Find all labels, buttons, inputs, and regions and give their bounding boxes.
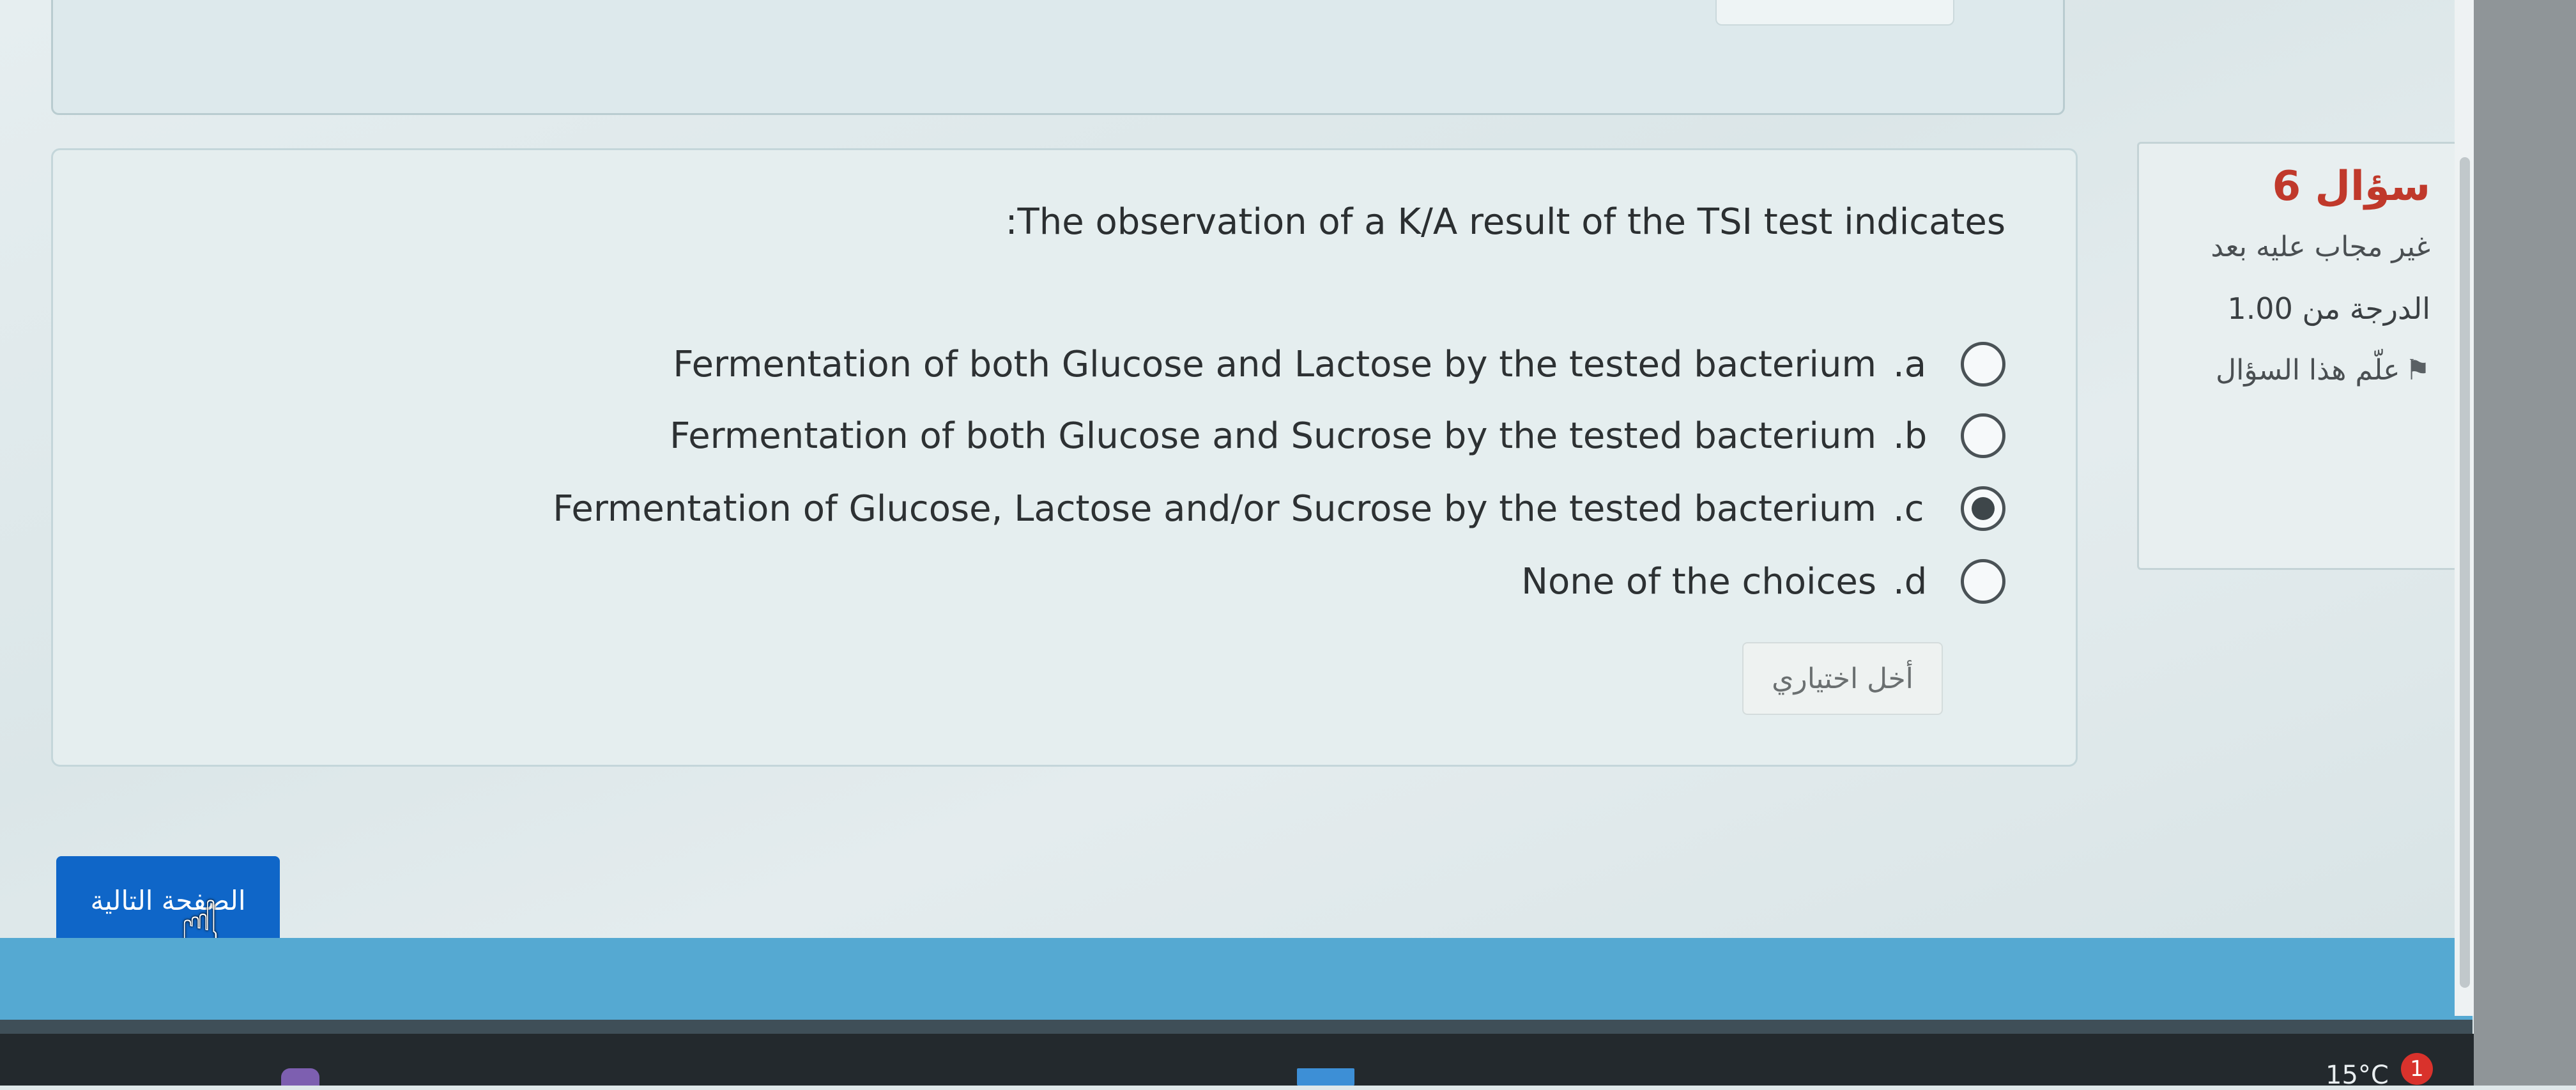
question-number: سؤال 6 bbox=[2272, 163, 2430, 210]
flag-question-label: علّم هذا السؤال bbox=[2216, 354, 2400, 387]
answer-text: Fermentation of both Glucose and Lactose… bbox=[673, 343, 1876, 385]
answer-option-a[interactable]: Fermentation of both Glucose and Lactose… bbox=[673, 342, 2005, 387]
footer-divider bbox=[0, 1020, 2472, 1034]
answer-letter: .c bbox=[1893, 487, 1924, 530]
answer-option-b[interactable]: Fermentation of both Glucose and Sucrose… bbox=[670, 413, 2005, 458]
browser-viewport: :The observation of a K/A result of the … bbox=[0, 0, 2472, 1086]
scrollbar-thumb[interactable] bbox=[2460, 157, 2470, 988]
monitor-bezel bbox=[2474, 0, 2576, 1086]
question-grade: الدرجة من 1.00 bbox=[2227, 291, 2430, 326]
taskbar-app-icon[interactable] bbox=[281, 1068, 319, 1086]
answer-option-d[interactable]: None of the choices .d bbox=[1521, 559, 2005, 604]
answer-text: Fermentation of Glucose, Lactose and/or … bbox=[553, 487, 1876, 530]
answer-status: غير مجاب عليه بعد bbox=[2211, 231, 2430, 263]
answer-text: None of the choices bbox=[1521, 560, 1876, 603]
previous-panel-button[interactable] bbox=[1715, 0, 1954, 26]
answer-option-c[interactable]: Fermentation of Glucose, Lactose and/or … bbox=[553, 486, 2005, 531]
radio-button-d[interactable] bbox=[1961, 559, 2005, 604]
taskbar bbox=[0, 1034, 2474, 1086]
page-footer bbox=[0, 938, 2472, 1020]
radio-button-c[interactable] bbox=[1961, 486, 2005, 531]
weather-temperature[interactable]: 15°C bbox=[2326, 1061, 2389, 1090]
clear-choice-button[interactable]: أخل اختياري bbox=[1742, 642, 1943, 715]
taskbar-window-icon[interactable] bbox=[1297, 1068, 1354, 1086]
previous-question-panel bbox=[51, 0, 2065, 115]
answer-letter: .d bbox=[1893, 560, 1928, 603]
radio-button-b[interactable] bbox=[1961, 413, 2005, 458]
question-panel: :The observation of a K/A result of the … bbox=[51, 148, 2078, 767]
notification-badge[interactable]: 1 bbox=[2401, 1053, 2433, 1085]
radio-button-a[interactable] bbox=[1961, 342, 2005, 387]
flag-question-link[interactable]: ⚑علّم هذا السؤال bbox=[2165, 351, 2430, 389]
answer-letter: .b bbox=[1893, 415, 1928, 457]
answer-letter: .a bbox=[1893, 343, 1927, 385]
question-info-panel: سؤال 6 غير مجاب عليه بعد الدرجة من 1.00 … bbox=[2137, 142, 2458, 570]
next-page-button[interactable]: الصفحة التالية bbox=[56, 856, 280, 944]
flag-icon: ⚑ bbox=[2405, 354, 2430, 387]
question-prompt: :The observation of a K/A result of the … bbox=[1005, 201, 2005, 243]
answer-text: Fermentation of both Glucose and Sucrose… bbox=[670, 415, 1876, 457]
